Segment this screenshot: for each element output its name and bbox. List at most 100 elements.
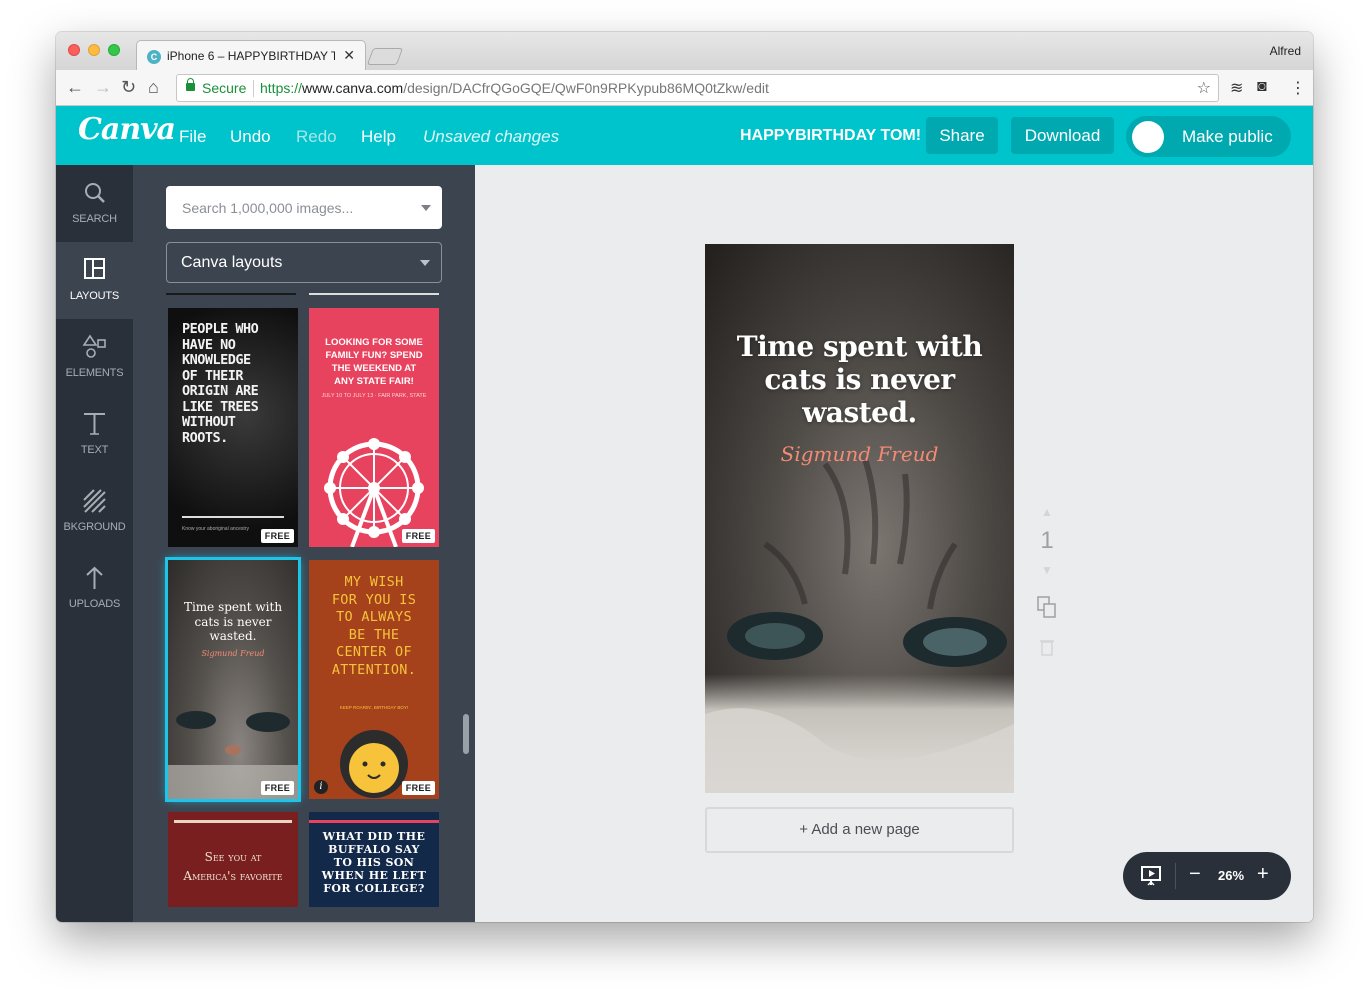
layout-tile[interactable]: See you at America's favorite [168,812,298,907]
menu-file[interactable]: File [179,127,206,147]
title-bar: C iPhone 6 – HAPPYBIRTHDAY T ✕ Alfred [56,32,1313,71]
browser-tab[interactable]: C iPhone 6 – HAPPYBIRTHDAY T ✕ [136,40,366,71]
reload-icon[interactable]: ↻ [121,77,136,98]
menu-undo[interactable]: Undo [230,127,271,147]
sidebar-item-background[interactable]: BKGROUND [56,473,133,550]
page-down-icon[interactable]: ▼ [1035,563,1059,577]
search-placeholder: Search 1,000,000 images... [182,200,354,216]
sidebar-item-text[interactable]: TEXT [56,396,133,473]
tile-text: LOOKING FOR SOME FAMILY FUN? SPEND THE W… [325,337,423,387]
background-icon [83,489,106,513]
layout-tile[interactable]: PEOPLE WHO HAVE NO KNOWLEDGE OF THEIR OR… [168,308,298,547]
chevron-down-icon [420,260,430,266]
new-tab-button[interactable] [366,48,404,65]
canva-logo[interactable]: Canva [78,112,176,147]
tile-small-text: Sigmund Freud [201,649,265,658]
toggle-knob [1132,121,1164,153]
pocket-extension-icon[interactable]: ◙ [1257,78,1267,96]
url-text: https://www.canva.com/design/DACfrQGoGQE… [260,80,769,96]
download-button[interactable]: Download [1011,117,1114,154]
close-tab-icon[interactable]: ✕ [343,47,355,64]
share-button[interactable]: Share [926,117,998,154]
cat-photo [705,244,1014,793]
copy-page-icon[interactable] [1036,595,1058,619]
home-icon[interactable]: ⌂ [148,77,159,98]
tile-text: PEOPLE WHO HAVE NO KNOWLEDGE OF THEIR OR… [182,321,259,446]
free-badge: FREE [401,781,435,795]
free-badge: FREE [260,529,294,543]
zoom-out-button[interactable]: − [1189,863,1201,886]
address-bar: ← → ↻ ⌂ Secure https://www.canva.com/des… [56,70,1313,106]
tile-small-text: KEEP ROARIN', BIRTHDAY BOY! [339,705,409,710]
uploads-icon [86,566,103,589]
author-text[interactable]: Sigmund Freud [705,442,1014,466]
tile-small-text: JULY 10 TO JULY 13 · FAIR PARK, STATE [321,393,427,399]
zoom-in-button[interactable]: + [1257,863,1269,886]
tile-rule [174,820,292,823]
sidebar-label: TEXT [80,444,109,456]
design-title[interactable]: HAPPYBIRTHDAY TOM! [740,127,921,145]
search-icon [85,183,105,203]
elements-icon [82,334,106,358]
zoom-divider [1175,863,1176,889]
panel-scrollbar[interactable] [463,714,469,754]
back-icon[interactable]: ← [66,77,84,98]
tile-small-text: Know your aboriginal ancestry [182,526,249,532]
page-number: 1 [1040,527,1054,554]
sidebar-item-elements[interactable]: ELEMENTS [56,319,133,396]
layouts-icon [84,258,105,279]
url-domain: www.canva.com [302,80,404,96]
info-icon[interactable]: i [314,780,328,794]
browser-menu-icon[interactable]: ⋮ [1290,78,1306,98]
sidebar-label: ELEMENTS [65,367,124,379]
quote-text[interactable]: Time spent with cats is never wasted. [715,330,1004,429]
menu-help[interactable]: Help [361,127,396,147]
url-field[interactable]: Secure https://www.canva.com/design/DACf… [176,74,1219,102]
save-status: Unsaved changes [423,127,560,146]
delete-page-icon[interactable] [1039,638,1055,656]
tile-text: WHAT DID THE BUFFALO SAY TO HIS SON WHEN… [321,830,427,895]
present-icon[interactable] [1140,865,1162,887]
add-page-button[interactable]: + Add a new page [705,807,1014,853]
sidebar-item-search[interactable]: SEARCH [56,165,133,242]
chevron-down-icon[interactable] [421,205,431,211]
free-badge: FREE [260,781,294,795]
tile-rule [182,516,284,518]
forward-icon[interactable]: → [94,77,112,98]
secure-label: Secure [202,80,247,96]
sidebar-item-uploads[interactable]: UPLOADS [56,550,133,627]
sidebar-label: SEARCH [72,213,117,225]
layout-category-select[interactable]: Canva layouts [166,242,442,283]
layout-tile[interactable]: WHAT DID THE BUFFALO SAY TO HIS SON WHEN… [309,812,439,907]
image-search-input[interactable]: Search 1,000,000 images... [166,186,442,229]
design-page[interactable]: Time spent with cats is never wasted. Si… [705,244,1014,793]
zoom-window-button[interactable] [108,44,120,56]
url-path: /design/DACfrQGoGQE/QwF0n9RPKypub86MQ0tZ… [403,80,769,96]
layout-tile[interactable]: LOOKING FOR SOME FAMILY FUN? SPEND THE W… [309,308,439,547]
make-public-toggle[interactable]: Make public [1126,116,1291,157]
layouts-panel: Search 1,000,000 images... Canva layouts… [133,165,475,922]
layout-tile-selected[interactable]: Time spent with cats is never wasted. Si… [165,557,301,802]
menu-redo[interactable]: Redo [296,127,337,147]
sidebar-label: UPLOADS [68,598,121,610]
minimize-window-button[interactable] [88,44,100,56]
layout-category-value: Canva layouts [181,254,283,271]
layout-tile[interactable]: MY WISH FOR YOU IS TO ALWAYS BE THE CENT… [309,560,439,799]
sidebar: SEARCH LAYOUTS ELEMENTS TEXT BKGROUND UP… [56,165,133,922]
buffer-extension-icon[interactable]: ≋ [1230,78,1243,98]
zoom-level[interactable]: 26% [1218,868,1244,883]
page-tools: ▲ 1 ▼ [1035,505,1059,661]
close-window-button[interactable] [68,44,80,56]
url-scheme: https:// [260,80,303,96]
design-workspace: Time spent with cats is never wasted. Si… [475,165,1313,922]
tab-title: iPhone 6 – HAPPYBIRTHDAY T [167,49,335,63]
browser-window: C iPhone 6 – HAPPYBIRTHDAY T ✕ Alfred ← … [56,32,1313,922]
profile-name[interactable]: Alfred [1270,44,1301,58]
bookmark-star-icon[interactable]: ☆ [1197,78,1211,98]
page-up-icon[interactable]: ▲ [1035,505,1059,519]
sidebar-label: LAYOUTS [69,290,120,302]
text-icon [84,413,105,435]
tile-edge [309,293,439,295]
lock-icon [186,78,195,91]
sidebar-item-layouts[interactable]: LAYOUTS [56,242,133,319]
